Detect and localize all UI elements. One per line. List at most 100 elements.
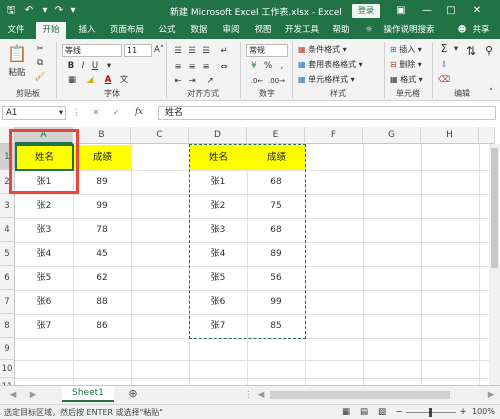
merge-center-icon[interactable]: ⇔ xyxy=(218,61,230,73)
table-cell[interactable]: 86 xyxy=(73,314,131,338)
table-cell[interactable]: 张5 xyxy=(15,266,73,290)
fx-icon[interactable]: fx xyxy=(130,106,148,118)
format-as-table-button[interactable]: ▦ 套用表格格式 ▾ xyxy=(298,59,363,70)
table-cell[interactable]: 45 xyxy=(73,242,131,266)
tab-developer[interactable]: 开发工具 xyxy=(282,22,322,39)
column-header[interactable]: C xyxy=(131,127,189,144)
paste-icon[interactable]: 📋 xyxy=(6,43,28,65)
row-header[interactable]: 6 xyxy=(0,266,15,290)
borders-icon[interactable]: ▦ xyxy=(66,74,78,86)
percent-icon[interactable]: % xyxy=(262,60,274,72)
hscroll-right-icon[interactable]: ▶ xyxy=(486,389,496,401)
page-break-view-icon[interactable]: ▧ xyxy=(376,406,388,418)
table-cell[interactable]: 99 xyxy=(73,194,131,218)
table-cell[interactable]: 78 xyxy=(73,218,131,242)
table-cell[interactable]: 张3 xyxy=(15,218,73,242)
underline-dropdown-icon[interactable]: ▾ xyxy=(104,60,114,72)
format-cells-button[interactable]: ▦ 格式 ▾ xyxy=(390,74,423,85)
find-select-icon[interactable]: ⚲ xyxy=(482,45,496,57)
conditional-format-button[interactable]: ▦ 条件格式 ▾ xyxy=(298,44,347,55)
login-button[interactable]: 登录 xyxy=(352,4,380,18)
table-cell[interactable]: 张2 xyxy=(15,194,73,218)
tab-data[interactable]: 数据 xyxy=(186,22,212,39)
row-header[interactable]: 9 xyxy=(0,338,15,360)
table-cell[interactable]: 62 xyxy=(73,266,131,290)
row-header[interactable]: 11 xyxy=(0,378,15,385)
tab-home[interactable]: 开始 xyxy=(36,22,66,39)
column-header[interactable] xyxy=(479,127,495,144)
fill-icon[interactable]: ⇩ xyxy=(438,59,450,71)
copy-icon[interactable]: ⧉ xyxy=(34,57,46,69)
table-cell[interactable]: 张6 xyxy=(15,290,73,314)
align-bottom-icon[interactable]: ☰ xyxy=(200,45,212,57)
cut-icon[interactable]: ✂ xyxy=(34,43,46,55)
italic-button[interactable]: I xyxy=(78,60,88,72)
tell-me-search[interactable]: 操作说明搜索 xyxy=(378,22,440,39)
normal-view-icon[interactable]: ▦ xyxy=(340,406,352,418)
autosum-icon[interactable]: Σ xyxy=(438,43,450,55)
hscroll-left-icon[interactable]: ◀ xyxy=(256,389,266,401)
minimize-icon[interactable]: — xyxy=(418,3,436,19)
wrap-text-icon[interactable]: ↵ xyxy=(218,45,230,57)
underline-button[interactable]: U xyxy=(90,60,100,72)
tab-view[interactable]: 视图 xyxy=(250,22,276,39)
phonetic-icon[interactable]: 文 xyxy=(118,74,130,86)
format-painter-icon[interactable]: 🖌 xyxy=(34,71,46,83)
currency-icon[interactable]: ¥ xyxy=(248,60,260,72)
row-header[interactable]: 4 xyxy=(0,218,15,242)
font-color-icon[interactable]: A xyxy=(102,74,114,86)
column-header[interactable]: D xyxy=(189,127,247,144)
sort-filter-icon[interactable]: ⇅ xyxy=(464,45,478,57)
table-header-cell[interactable]: 成绩 xyxy=(74,145,131,170)
close-icon[interactable]: ✕ xyxy=(468,3,486,19)
insert-cells-button[interactable]: ⊞ 插入 ▾ xyxy=(390,44,422,55)
sheet-tab-sheet1[interactable]: Sheet1 xyxy=(62,386,114,402)
font-name-select[interactable]: 等线 xyxy=(62,44,122,57)
undo-dropdown-icon[interactable]: ▾ xyxy=(38,4,52,18)
enter-icon[interactable]: ✓ xyxy=(110,107,122,119)
horizontal-scrollbar[interactable] xyxy=(270,391,450,399)
font-size-select[interactable]: 11 xyxy=(124,44,152,57)
scroll-tabs-right-icon[interactable]: ▶ xyxy=(28,389,38,401)
formula-input[interactable]: 姓名 xyxy=(158,106,496,120)
fill-color-icon[interactable]: ◢ xyxy=(84,74,96,86)
quick-access-customize-icon[interactable]: ▾ xyxy=(66,4,80,18)
bold-button[interactable]: B xyxy=(66,60,76,72)
increase-decimal-icon[interactable]: .0← xyxy=(250,75,264,87)
align-top-icon[interactable]: ☰ xyxy=(172,45,184,57)
redo-icon[interactable]: ↷ xyxy=(52,4,66,18)
align-center-icon[interactable]: ≡ xyxy=(186,61,198,73)
zoom-slider-thumb[interactable] xyxy=(429,408,432,417)
undo-icon[interactable]: ↶ xyxy=(22,4,36,18)
cell-styles-button[interactable]: ▦ 单元格样式 ▾ xyxy=(298,74,355,85)
tab-formulas[interactable]: 公式 xyxy=(154,22,180,39)
row-header[interactable]: 3 xyxy=(0,194,15,218)
zoom-out-icon[interactable]: − xyxy=(394,406,404,418)
scroll-tabs-left-icon[interactable]: ◀ xyxy=(8,389,18,401)
table-cell[interactable]: 89 xyxy=(73,170,131,194)
column-header[interactable]: H xyxy=(421,127,479,144)
paste-label[interactable]: 粘贴 xyxy=(4,67,30,79)
tab-help[interactable]: 帮助 xyxy=(328,22,354,39)
increase-font-icon[interactable]: A˄ xyxy=(154,44,164,56)
comma-icon[interactable]: , xyxy=(276,60,288,72)
autosum-dropdown-icon[interactable]: ▾ xyxy=(452,43,460,55)
column-header[interactable]: F xyxy=(305,127,363,144)
decrease-decimal-icon[interactable]: .00→ xyxy=(268,75,285,87)
tab-insert[interactable]: 插入 xyxy=(74,22,100,39)
zoom-level[interactable]: 100% xyxy=(472,407,495,416)
delete-cells-button[interactable]: ⊟ 删除 ▾ xyxy=(390,59,422,70)
vertical-scrollbar[interactable] xyxy=(489,144,500,385)
add-sheet-icon[interactable]: ⊕ xyxy=(126,388,140,400)
number-format-select[interactable]: 常规 xyxy=(246,44,288,57)
table-cell[interactable]: 张4 xyxy=(15,242,73,266)
row-header[interactable]: 10 xyxy=(0,360,15,378)
row-header[interactable]: 7 xyxy=(0,290,15,314)
align-left-icon[interactable]: ≡ xyxy=(172,61,184,73)
tab-review[interactable]: 审阅 xyxy=(218,22,244,39)
name-box-dropdown-icon[interactable]: ▾ xyxy=(56,107,66,119)
table-cell[interactable]: 88 xyxy=(73,290,131,314)
orientation-icon[interactable]: ↗ xyxy=(204,75,216,87)
save-icon[interactable]: 🖫 xyxy=(4,4,18,18)
column-header[interactable]: G xyxy=(363,127,421,144)
